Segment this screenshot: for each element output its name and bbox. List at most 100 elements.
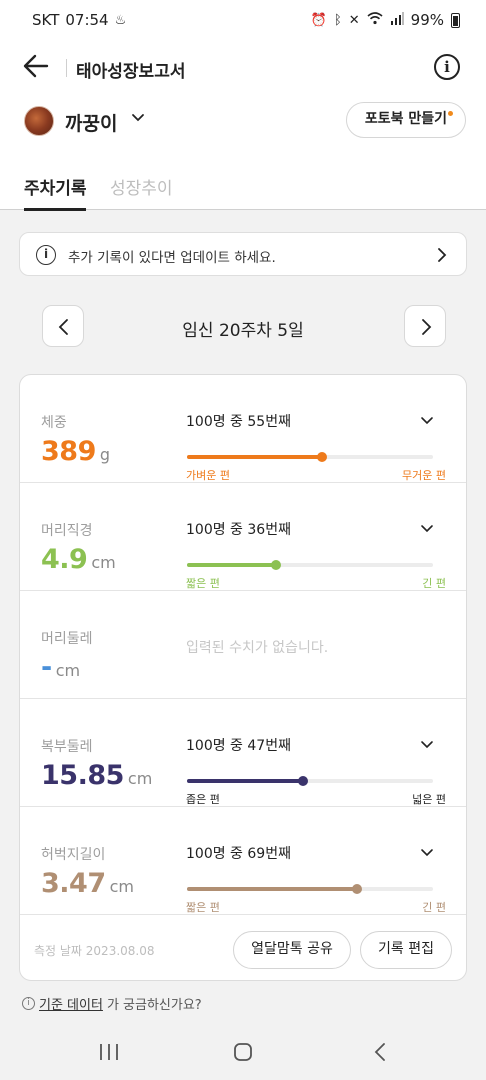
help-suffix: 가 궁금하신가요? <box>106 998 202 1013</box>
baby-selector-row: 까꿍이 포토북 만들기 <box>0 100 486 144</box>
info-circle-icon: i <box>36 245 56 265</box>
metric-abdominal-circumference: 복부둘레 15.85 cm 100명 중 47번째 좁은 편 넓은 편 <box>20 699 466 807</box>
chevron-down-icon[interactable] <box>130 110 146 126</box>
chevron-down-icon[interactable] <box>420 740 434 750</box>
metric-unit: g <box>99 445 111 464</box>
metric-value: 389 g <box>41 436 110 467</box>
percentile-knob <box>317 452 328 462</box>
metric-number: - <box>41 652 52 683</box>
info-icon: i <box>444 58 450 76</box>
metric-label: 허벅지길이 <box>41 847 106 863</box>
low-end-label: 짧은 편 <box>186 901 220 914</box>
metric-value: 15.85 cm <box>41 760 152 791</box>
metric-rank: 100명 중 47번째 <box>186 738 291 754</box>
tab-growth-trend[interactable]: 성장추이 <box>110 174 173 199</box>
arrow-left-icon <box>23 54 49 78</box>
tab-bar: 주차기록 성장추이 <box>0 160 486 211</box>
metric-rank: 100명 중 36번째 <box>186 522 291 538</box>
low-end-label: 가벼운 편 <box>186 469 230 482</box>
notice-text: 추가 기록이 있다면 업데이트 하세요. <box>68 250 276 266</box>
recent-apps-button[interactable] <box>89 1038 129 1066</box>
photobook-button[interactable]: 포토북 만들기 <box>345 102 466 138</box>
percentile-fill <box>187 455 323 459</box>
status-bar: SKT 07:54 ♨ ⏰ ᛒ ✕ 99% <box>0 0 486 40</box>
battery-icon <box>451 12 460 28</box>
photobook-label: 포토북 만들기 <box>364 111 447 127</box>
metric-value: 3.47 cm <box>41 868 134 899</box>
system-nav-bar <box>0 1024 486 1080</box>
metric-number: 389 <box>41 436 96 467</box>
mute-icon: ✕ <box>348 12 360 28</box>
metric-label: 머리직경 <box>41 523 93 539</box>
chevron-right-icon <box>422 319 432 335</box>
metric-unit: cm <box>55 661 81 680</box>
home-icon <box>234 1043 252 1061</box>
back-button[interactable] <box>22 52 58 84</box>
percentile-fill <box>187 887 357 891</box>
chevron-right-icon <box>438 248 447 262</box>
metric-label: 머리둘레 <box>41 631 93 647</box>
alarm-icon: ⏰ <box>310 12 327 28</box>
metric-unit: cm <box>127 769 153 788</box>
metric-rank: 100명 중 55번째 <box>186 414 291 430</box>
notification-icon: ♨ <box>114 12 127 28</box>
percentile-fill <box>187 563 276 567</box>
percentile-knob <box>270 560 281 570</box>
time-label: 07:54 <box>65 11 109 29</box>
percentile-track <box>187 884 433 894</box>
high-end-label: 넓은 편 <box>412 793 446 806</box>
title-divider <box>66 59 67 77</box>
metric-weight: 체중 389 g 100명 중 55번째 가벼운 편 무거운 편 <box>20 375 466 483</box>
info-button[interactable]: i <box>434 54 460 80</box>
card-footer: 측정 날짜 2023.08.08 열달맘톡 공유 기록 편집 <box>20 915 466 980</box>
metric-number: 3.47 <box>41 868 106 899</box>
metric-label: 복부둘레 <box>41 739 93 755</box>
chevron-down-icon[interactable] <box>420 416 434 426</box>
metric-unit: cm <box>91 553 116 572</box>
metric-label: 체중 <box>41 415 67 431</box>
recent-apps-icon <box>100 1044 118 1060</box>
header-area: SKT 07:54 ♨ ⏰ ᛒ ✕ 99% 태아성장보고서 i 까꿍이 포토북 … <box>0 0 486 211</box>
high-end-label: 긴 편 <box>422 577 446 590</box>
bluetooth-icon: ᛒ <box>333 12 342 28</box>
baby-name[interactable]: 까꿍이 <box>65 109 117 136</box>
metric-number: 4.9 <box>41 544 88 575</box>
new-badge-dot <box>448 111 453 116</box>
metric-femur-length: 허벅지길이 3.47 cm 100명 중 69번째 짧은 편 긴 편 <box>20 807 466 915</box>
low-end-label: 좁은 편 <box>186 793 220 806</box>
percentile-track <box>187 452 433 462</box>
percentile-track <box>187 776 433 786</box>
reference-data-help: i 기준 데이터 가 궁금하신가요? <box>22 994 202 1013</box>
baby-avatar <box>24 106 54 136</box>
active-tab-indicator <box>24 207 86 211</box>
chevron-down-icon[interactable] <box>420 524 434 534</box>
high-end-label: 긴 편 <box>422 901 446 914</box>
empty-value-message: 입력된 수치가 없습니다. <box>186 640 329 656</box>
measurement-card: 체중 389 g 100명 중 55번째 가벼운 편 무거운 편 머리직경 4.9… <box>19 374 467 981</box>
carrier-label: SKT <box>32 11 60 29</box>
chevron-down-icon[interactable] <box>420 848 434 858</box>
reference-data-link[interactable]: 기준 데이터 <box>39 994 103 1013</box>
percentile-knob <box>351 884 362 894</box>
wifi-icon <box>367 11 383 29</box>
app-bar: 태아성장보고서 i <box>0 44 486 92</box>
home-button[interactable] <box>223 1038 263 1066</box>
tab-weekly-record[interactable]: 주차기록 <box>24 174 87 199</box>
metric-head-circumference: 머리둘레 - cm 입력된 수치가 없습니다. <box>20 591 466 699</box>
metric-number: 15.85 <box>41 760 124 791</box>
measure-date: 측정 날짜 2023.08.08 <box>34 944 155 958</box>
edit-record-button[interactable]: 기록 편집 <box>360 931 452 969</box>
share-button[interactable]: 열달맘톡 공유 <box>233 931 351 969</box>
percentile-knob <box>297 776 308 786</box>
page-title: 태아성장보고서 <box>76 62 186 82</box>
update-notice-banner[interactable]: i 추가 기록이 있다면 업데이트 하세요. <box>19 232 467 276</box>
next-week-button[interactable] <box>404 305 446 347</box>
metric-head-diameter: 머리직경 4.9 cm 100명 중 36번째 짧은 편 긴 편 <box>20 483 466 591</box>
metric-value: 4.9 cm <box>41 544 116 575</box>
low-end-label: 짧은 편 <box>186 577 220 590</box>
week-navigator: 임신 20주차 5일 <box>0 305 486 349</box>
percentile-track <box>187 560 433 570</box>
info-circle-icon: i <box>22 997 35 1010</box>
system-back-button[interactable] <box>360 1038 400 1066</box>
signal-icon <box>390 11 404 29</box>
